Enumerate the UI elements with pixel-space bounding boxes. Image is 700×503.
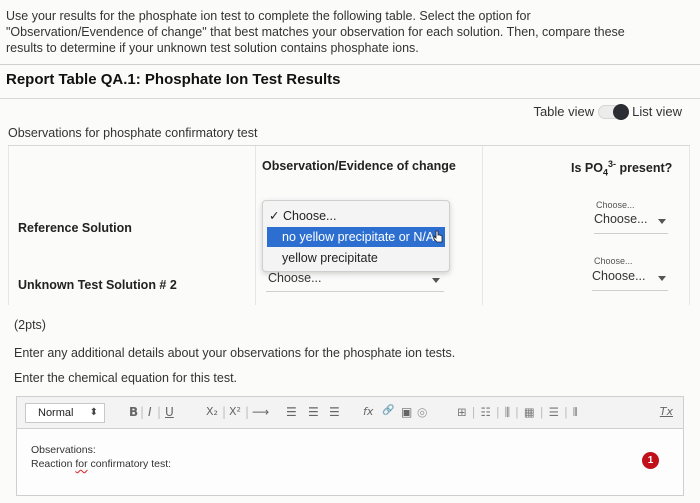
instructions-line-2: "Observation/Evendence of change" that b… [6,25,625,39]
editor-line-2-part-c: confirmatory test: [87,458,172,470]
present-select-hint: Choose... [594,256,633,266]
bold-button[interactable]: B [129,405,138,419]
dropdown-option-no-yellow-precipitate[interactable]: no yellow precipitate or N/A [267,227,445,247]
separator: | [222,405,227,419]
present-select-hint: Choose... [596,200,635,210]
link-icon[interactable]: 🔗 [382,405,394,416]
column-header-observation: Observation/Evidence of change [262,159,456,173]
divider [0,98,700,99]
editor-line-1: Observations: [31,444,96,456]
separator: | [245,405,250,419]
embed-icon[interactable]: ◎ [417,405,427,419]
row-label-reference: Reference Solution [18,221,132,235]
table-border [689,146,690,305]
italic-button[interactable]: I [148,405,152,419]
table-border [255,146,256,305]
toggle-knob [613,103,630,120]
superscript-button[interactable]: X² [229,405,241,418]
subscript-button[interactable]: X₂ [206,405,218,418]
table-border [8,146,9,305]
chevron-down-icon [432,278,440,283]
underline-button[interactable]: U [165,405,174,419]
points-label: (2pts) [14,318,46,332]
divider [0,64,700,65]
ordered-list-button[interactable]: ☰ [286,405,297,419]
editor-line-2: Reaction for confirmatory test: [31,457,171,471]
observation-select-value: Choose... [268,271,322,285]
column-header-present-suffix: present? [616,161,673,176]
view-toggle: Table view List view [533,103,682,120]
present-select-value: Choose... [592,269,646,283]
check-icon: ✓ [269,209,280,223]
chevron-down-icon [658,219,666,224]
table-border [482,146,483,305]
column-header-present-sub: 4 [602,167,608,178]
present-select-value: Choose... [594,212,648,226]
view-toggle-switch[interactable] [598,103,630,120]
instructions: Use your results for the phosphate ion t… [6,8,646,56]
image-icon[interactable]: ▣ [401,405,412,419]
section-label: Observations for phosphate confirmatory … [8,126,258,140]
table-view-label[interactable]: Table view [533,104,594,119]
clear-format-button[interactable]: Tx [660,405,673,418]
paragraph-format-value: Normal [38,407,74,419]
prompt-equation: Enter the chemical equation for this tes… [14,371,238,385]
dropdown-option-choose[interactable]: ✓ Choose... [267,206,445,226]
report-title: Report Table QA.1: Phosphate Ion Test Re… [6,71,341,88]
prompt-details: Enter any additional details about your … [14,346,456,360]
table-row-icon[interactable]: ☷ [481,405,491,420]
observation-dropdown-menu: ✓ Choose... no yellow precipitate or N/A… [262,200,450,272]
column-header-present: Is PO43- present? [571,159,672,178]
formula-button[interactable]: fx [363,405,373,418]
arrow-insert-button[interactable]: ⟶ [252,405,269,419]
select-arrows-icon: ⬍ [89,407,98,418]
column-header-present-sup: 3- [607,159,616,169]
table-tools: ⊞ | ☷ | ⫼ | ▦ | ☰ | ⫴ [457,405,578,420]
instructions-line-1: Use your results for the phosphate ion t… [6,9,531,23]
chevron-down-icon [658,276,666,281]
column-header-present-prefix: Is PO [571,161,603,176]
separator: | [140,405,145,419]
table-split-icon[interactable]: ⫴ [573,405,578,420]
dropdown-option-label: no yellow precipitate or N/A [282,230,435,244]
dropdown-option-label: Choose... [282,209,337,223]
paragraph-format-select[interactable]: Normal ⬍ [25,403,105,423]
hand-cursor-icon [433,230,443,243]
list-view-label[interactable]: List view [632,104,682,119]
editor-content[interactable]: Observations: Reaction for confirmatory … [31,443,171,471]
table-delete-icon[interactable]: ☰ [549,405,559,420]
editor-line-2-part-a: Reaction [31,458,76,470]
observation-select-unknown[interactable]: Choose... [266,271,444,292]
present-select-unknown[interactable]: Choose... [592,269,668,291]
table-col-icon[interactable]: ⫼ [505,405,510,420]
bullet-list-button[interactable]: ☰ [308,405,319,419]
separator: | [157,405,162,419]
answer-editor: Normal ⬍ B | I | U X₂ | X² | ⟶ ☰ ☰ ☰ fx … [16,396,684,496]
present-select-reference[interactable]: Choose... [594,212,668,234]
spelling-flagged-word: for [75,458,88,470]
instructions-line-3: results to determine if your unknown tes… [6,41,419,55]
align-button[interactable]: ☰ [329,405,340,419]
grammar-issue-badge[interactable]: 1 [642,452,659,469]
table-icon[interactable]: ⊞ [457,405,467,420]
dropdown-option-yellow-precipitate[interactable]: yellow precipitate [267,248,445,268]
dropdown-option-label: yellow precipitate [282,251,378,265]
table-merge-icon[interactable]: ▦ [524,405,535,420]
editor-toolbar: Normal ⬍ B | I | U X₂ | X² | ⟶ ☰ ☰ ☰ fx … [17,397,683,429]
row-label-unknown: Unknown Test Solution # 2 [18,278,177,292]
